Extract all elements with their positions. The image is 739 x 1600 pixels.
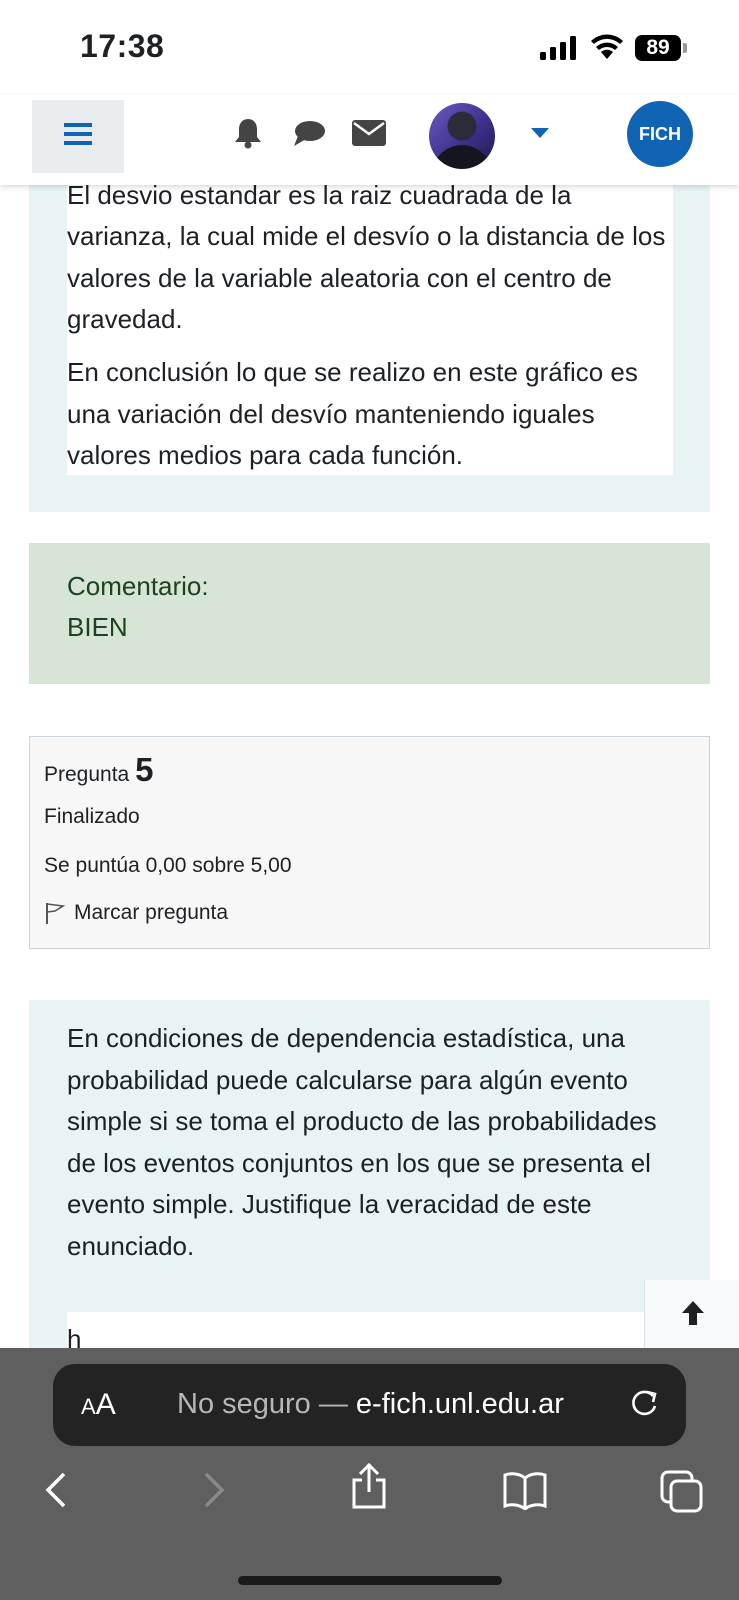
- previous-answer-panel: El desvio estandar es la raiz cuadrada d…: [29, 150, 710, 512]
- share-icon[interactable]: [349, 1462, 389, 1515]
- comment-value: BIEN: [67, 612, 128, 642]
- battery-indicator: 89: [635, 35, 681, 61]
- status-bar: 17:38 89: [0, 0, 739, 95]
- brand-badge-text: FICH: [639, 123, 681, 144]
- question-label: Pregunta: [44, 763, 130, 786]
- address-bar[interactable]: AA No seguro — e-fich.unl.edu.ar: [53, 1364, 686, 1446]
- battery-cap: [683, 43, 687, 53]
- question-number-row: Pregunta 5: [44, 751, 153, 789]
- menu-button[interactable]: [32, 100, 124, 173]
- question-panel: En condiciones de dependencia estadístic…: [29, 1000, 710, 1372]
- text-size-button[interactable]: AA: [81, 1388, 116, 1422]
- feedback-comment: Comentario: BIEN: [29, 543, 710, 684]
- wifi-icon: [590, 34, 624, 65]
- answer-paragraph-1: varianza, la cual mide el desvío o la di…: [67, 221, 666, 334]
- question-text: En condiciones de dependencia estadístic…: [67, 1023, 657, 1261]
- signal-icon: [540, 36, 578, 65]
- security-label: No seguro —: [177, 1388, 348, 1420]
- flag-label: Marcar pregunta: [74, 901, 229, 924]
- back-icon[interactable]: [42, 1470, 70, 1515]
- forward-icon[interactable]: [200, 1470, 228, 1515]
- back-to-top-button[interactable]: [644, 1280, 739, 1350]
- menu-icon: [64, 123, 92, 150]
- text-size-big: A: [95, 1388, 116, 1421]
- flag-question-link[interactable]: Marcar pregunta: [44, 901, 228, 925]
- battery-level: 89: [646, 36, 670, 59]
- flag-icon: [44, 901, 66, 925]
- comment-label: Comentario:: [67, 571, 209, 601]
- caret-down-icon[interactable]: [531, 125, 549, 143]
- question-state: Finalizado: [44, 805, 140, 828]
- chat-icon[interactable]: [292, 119, 326, 154]
- previous-answer-text: El desvio estandar es la raiz cuadrada d…: [67, 180, 673, 475]
- brand-logo[interactable]: FICH: [627, 101, 693, 167]
- tabs-icon[interactable]: [660, 1470, 704, 1519]
- clock: 17:38: [80, 28, 165, 64]
- question-grade: Se puntúa 0,00 sobre 5,00: [44, 854, 292, 877]
- home-indicator: [238, 1576, 502, 1585]
- avatar[interactable]: [429, 103, 495, 169]
- answer-paragraph-2: En conclusión lo que se realizo en este …: [67, 357, 638, 470]
- top-navbar: FICH: [0, 95, 739, 185]
- browser-toolbar: AA No seguro — e-fich.unl.edu.ar: [0, 1348, 739, 1600]
- arrow-up-icon: [678, 1298, 708, 1333]
- mail-icon[interactable]: [352, 120, 386, 151]
- text-size-small: A: [81, 1394, 96, 1419]
- question-number: 5: [135, 751, 154, 788]
- bell-icon[interactable]: [233, 117, 263, 154]
- bookmarks-icon[interactable]: [502, 1470, 548, 1515]
- question-info: Pregunta 5 Finalizado Se puntúa 0,00 sob…: [29, 736, 710, 949]
- reload-icon[interactable]: [627, 1386, 661, 1425]
- url-domain: e-fich.unl.edu.ar: [355, 1388, 564, 1420]
- url-display[interactable]: No seguro — e-fich.unl.edu.ar: [177, 1388, 564, 1421]
